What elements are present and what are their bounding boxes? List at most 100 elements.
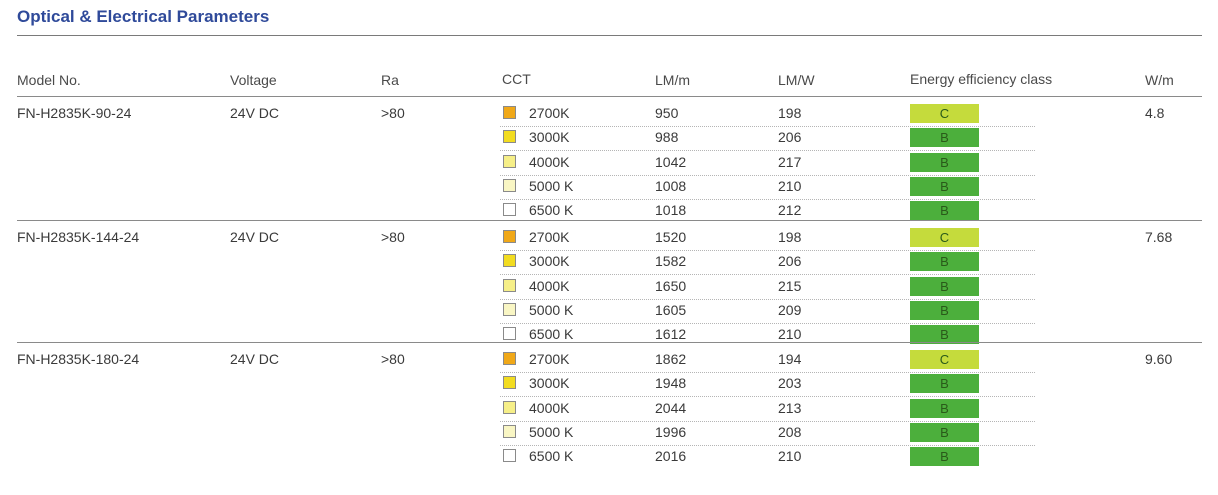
lm-per-m-value: 1008 (655, 178, 687, 194)
table-row: 5000 K 1008 210 B (0, 176, 1218, 200)
cct-color-swatch (503, 327, 516, 340)
lm-per-w-value: 206 (778, 129, 802, 145)
lm-per-w-value: 215 (778, 278, 802, 294)
cct-value: 2700K (529, 229, 570, 245)
row-separator (500, 150, 1035, 151)
table-row: 2700K 1862 194 C (0, 349, 1218, 373)
lm-per-m-value: 1948 (655, 375, 687, 391)
header-lm-per-m: LM/m (655, 72, 690, 88)
lm-per-w-value: 217 (778, 154, 802, 170)
cct-value: 5000 K (529, 302, 574, 318)
table-row: 5000 K 1605 209 B (0, 300, 1218, 324)
cct-value: 4000K (529, 154, 570, 170)
lm-per-m-value: 1650 (655, 278, 687, 294)
lm-per-w-value: 206 (778, 253, 802, 269)
cct-value: 5000 K (529, 424, 574, 440)
energy-class-badge: B (910, 153, 979, 172)
header-model: Model No. (17, 72, 81, 88)
energy-class-badge: C (910, 228, 979, 247)
lm-per-w-value: 210 (778, 178, 802, 194)
cct-color-swatch (503, 352, 516, 365)
energy-class-badge: B (910, 277, 979, 296)
table-row: 3000K 1582 206 B (0, 251, 1218, 275)
table-row: 5000 K 1996 208 B (0, 422, 1218, 446)
group-divider (17, 342, 1202, 343)
cct-color-swatch (503, 401, 516, 414)
header-cct: CCT (502, 71, 531, 87)
table-row: 4000K 1042 217 B (0, 152, 1218, 176)
cct-color-swatch (503, 279, 516, 292)
header-w-per-m: W/m (1145, 72, 1174, 88)
cct-color-swatch (503, 179, 516, 192)
lm-per-m-value: 1520 (655, 229, 687, 245)
header-energy-class: Energy efficiency class (910, 71, 1053, 87)
lm-per-m-value: 1018 (655, 202, 687, 218)
cct-value: 6500 K (529, 448, 574, 464)
row-separator (500, 274, 1035, 275)
lm-per-w-value: 203 (778, 375, 802, 391)
cct-color-swatch (503, 155, 516, 168)
table-row: 3000K 1948 203 B (0, 373, 1218, 397)
lm-per-m-value: 1042 (655, 154, 687, 170)
energy-class-badge: B (910, 252, 979, 271)
cct-value: 3000K (529, 253, 570, 269)
lm-per-w-value: 194 (778, 351, 802, 367)
table-row: 4000K 1650 215 B (0, 276, 1218, 300)
lm-per-m-value: 1996 (655, 424, 687, 440)
cct-value: 3000K (529, 375, 570, 391)
cct-color-swatch (503, 130, 516, 143)
table-header: Model No. Voltage Ra CCT LM/m LM/W Energ… (0, 71, 1218, 94)
table-row: 2700K 1520 198 C (0, 227, 1218, 251)
cct-value: 4000K (529, 400, 570, 416)
lm-per-w-value: 210 (778, 448, 802, 464)
cct-value: 5000 K (529, 178, 574, 194)
cct-color-swatch (503, 425, 516, 438)
cct-color-swatch (503, 376, 516, 389)
cct-color-swatch (503, 303, 516, 316)
lm-per-w-value: 198 (778, 229, 802, 245)
energy-class-badge: B (910, 374, 979, 393)
lm-per-w-value: 212 (778, 202, 802, 218)
lm-per-m-value: 950 (655, 105, 679, 121)
lm-per-w-value: 208 (778, 424, 802, 440)
cct-color-swatch (503, 203, 516, 216)
energy-class-badge: C (910, 350, 979, 369)
title-divider (17, 35, 1202, 36)
cct-color-swatch (503, 230, 516, 243)
cct-value: 6500 K (529, 202, 574, 218)
table-row: 2700K 950 198 C (0, 103, 1218, 127)
lm-per-w-value: 210 (778, 326, 802, 342)
energy-class-badge: B (910, 399, 979, 418)
lm-per-m-value: 2016 (655, 448, 687, 464)
page-title: Optical & Electrical Parameters (17, 7, 270, 26)
cct-value: 2700K (529, 105, 570, 121)
table-row: 4000K 2044 213 B (0, 398, 1218, 422)
lm-per-m-value: 1582 (655, 253, 687, 269)
table-row: 3000K 988 206 B (0, 127, 1218, 151)
cct-color-swatch (503, 449, 516, 462)
group-divider (17, 220, 1202, 221)
header-ra: Ra (381, 72, 399, 88)
cct-color-swatch (503, 106, 516, 119)
cct-value: 2700K (529, 351, 570, 367)
energy-class-badge: B (910, 128, 979, 147)
lm-per-w-value: 209 (778, 302, 802, 318)
lm-per-m-value: 988 (655, 129, 679, 145)
cct-value: 6500 K (529, 326, 574, 342)
lm-per-m-value: 2044 (655, 400, 687, 416)
lm-per-m-value: 1862 (655, 351, 687, 367)
table-row: 6500 K 2016 210 B (0, 446, 1218, 470)
header-lm-per-w: LM/W (778, 72, 815, 88)
energy-class-badge: B (910, 301, 979, 320)
cct-color-swatch (503, 254, 516, 267)
table-row: 6500 K 1612 210 B (0, 324, 1218, 348)
header-voltage: Voltage (230, 72, 277, 88)
row-separator (500, 396, 1035, 397)
lm-per-m-value: 1605 (655, 302, 687, 318)
energy-class-badge: B (910, 177, 979, 196)
cct-value: 3000K (529, 129, 570, 145)
lm-per-w-value: 213 (778, 400, 802, 416)
energy-class-badge: B (910, 201, 979, 220)
energy-class-badge: C (910, 104, 979, 123)
lm-per-m-value: 1612 (655, 326, 687, 342)
